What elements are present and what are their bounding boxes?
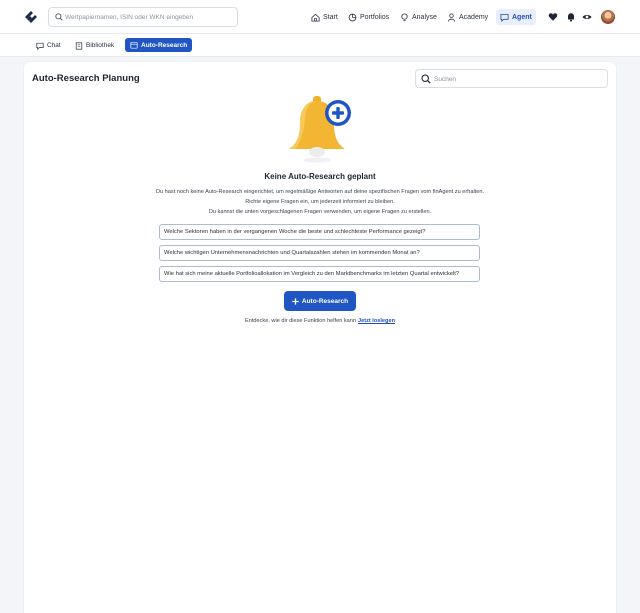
page-title: Auto-Research Planung (32, 73, 140, 84)
calendar-icon (130, 42, 138, 49)
tab-chat-label: Chat (47, 42, 61, 49)
nav-academy[interactable]: Academy (447, 10, 488, 24)
bell-icon[interactable] (566, 12, 576, 22)
search-icon (55, 13, 63, 21)
add-auto-research-label: Auto-Research (301, 297, 349, 305)
discover-text: Entdecke, wie dir diese Funktion helfen … (244, 318, 356, 324)
pie-chart-icon (348, 13, 357, 21)
avatar[interactable] (601, 10, 615, 24)
bell-plus-illustration (289, 96, 351, 163)
nav-start-label: Start (323, 13, 338, 21)
tab-chat[interactable]: Chat (33, 39, 64, 52)
discover-hint: Entdecke, wie dir diese Funktion helfen … (24, 318, 616, 324)
add-auto-research-button[interactable]: Auto-Research (284, 291, 356, 311)
get-started-link[interactable]: Jetzt loslegen (358, 318, 395, 324)
nav-agent[interactable]: Agent (496, 9, 536, 25)
chat-icon (36, 42, 44, 50)
heart-icon[interactable] (548, 12, 558, 22)
suggested-question[interactable]: Welche wichtigen Unternehmensnachrichten… (159, 245, 480, 261)
empty-state-description-1: Du hast noch keine Auto-Research eingeri… (155, 189, 485, 195)
empty-state-description-3: Du kannst die unten vorgeschlagenen Frag… (208, 209, 432, 215)
chat-icon (500, 13, 509, 22)
eye-icon[interactable] (582, 12, 592, 22)
suggested-question[interactable]: Welche Sektoren haben in der vergangenen… (159, 224, 480, 240)
tab-bibliothek[interactable]: Bibliothek (72, 39, 117, 52)
plus-icon (292, 297, 299, 305)
security-search-input[interactable] (65, 10, 235, 25)
auto-research-search-input[interactable] (434, 72, 604, 86)
lightbulb-icon (401, 12, 408, 21)
tab-bibliothek-label: Bibliothek (86, 42, 115, 49)
nav-portfolios-label: Portfolios (360, 13, 390, 21)
app-logo[interactable] (24, 10, 38, 24)
nav-academy-label: Academy (459, 13, 489, 21)
agent-subtabs: Chat Bibliothek Auto-Research (0, 34, 640, 57)
top-navigation-bar: Start Portfolios Analyse Academy Agent (0, 0, 640, 34)
empty-state-title: Keine Auto-Research geplant (264, 172, 376, 181)
nav-portfolios[interactable]: Portfolios (348, 10, 389, 24)
academy-icon (447, 12, 456, 22)
tab-auto-research-label: Auto-Research (141, 41, 188, 49)
security-search-box[interactable] (48, 7, 238, 27)
nav-start[interactable]: Start (311, 10, 338, 24)
home-icon (311, 13, 320, 22)
search-icon (421, 74, 431, 84)
tab-auto-research[interactable]: Auto-Research (125, 38, 193, 52)
auto-research-panel: Auto-Research Planung Keine Auto-Researc… (24, 62, 616, 613)
nav-agent-label: Agent (512, 13, 532, 21)
suggested-question[interactable]: Wie hat sich meine aktuelle Portfolioall… (159, 266, 480, 282)
auto-research-search-box[interactable] (415, 69, 608, 88)
book-icon (75, 41, 83, 50)
nav-analyse[interactable]: Analyse (400, 10, 437, 24)
empty-state-description-2: Richte eigene Fragen ein, um jederzeit i… (245, 199, 395, 205)
nav-analyse-label: Analyse (412, 13, 437, 21)
